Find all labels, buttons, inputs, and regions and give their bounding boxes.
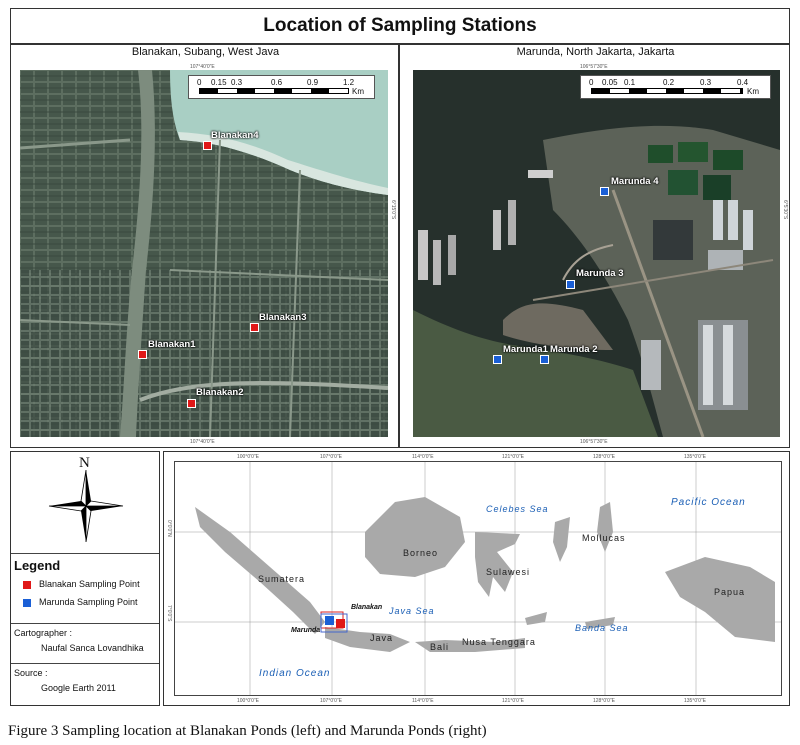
source-value: Google Earth 2011 <box>41 683 116 693</box>
marunda-area-illustration <box>413 70 780 437</box>
island-label: Mollucas <box>582 533 626 543</box>
scale-tick: 0 <box>589 78 594 87</box>
island-label: Papua <box>714 587 746 597</box>
scale-bar-graphic <box>199 88 349 94</box>
island-label: Nusa Tenggara <box>462 637 536 647</box>
island-label: Java <box>370 633 394 643</box>
map-title: Location of Sampling Stations <box>10 8 790 44</box>
marunda2-label: Marunda 2 <box>550 344 598 355</box>
scale-tick: 1.2 <box>343 78 355 87</box>
scale-tick: 0.3 <box>700 78 712 87</box>
coord-label: 106°57'30"E <box>580 64 608 70</box>
legend-label: Marunda Sampling Point <box>39 597 138 607</box>
scale-tick: 0.15 <box>211 78 227 87</box>
blanakan3-label: Blanakan3 <box>259 312 307 323</box>
scale-tick: 0.1 <box>624 78 636 87</box>
marunda2-point <box>540 355 549 364</box>
marunda3-point <box>566 280 575 289</box>
left-map-title: Blanakan, Subang, West Java <box>131 46 280 58</box>
compass-icon <box>48 470 124 542</box>
marunda-satellite-image <box>413 70 780 437</box>
island-label: Sulawesi <box>486 567 531 577</box>
scale-unit: Km <box>747 87 759 96</box>
blanakan-ponds-illustration <box>20 70 388 437</box>
island-label: Borneo <box>403 548 439 558</box>
scale-tick: 0.2 <box>663 78 675 87</box>
coord-label: 107°0'0"E <box>320 698 342 704</box>
marunda4-label: Marunda 4 <box>611 176 659 187</box>
marunda-marker-label: Marunda <box>291 627 321 634</box>
coord-label: 0°0'0"N <box>166 520 172 537</box>
coord-label: 107°40'0"E <box>190 439 215 445</box>
compass-rose: N <box>46 455 126 543</box>
right-map-title: Marunda, North Jakarta, Jakarta <box>516 46 675 58</box>
sea-label: Java Sea <box>389 606 435 616</box>
coord-label: 135°0'0"E <box>684 454 706 460</box>
coord-label: 7°0'0"S <box>166 605 172 622</box>
scale-tick: 0.4 <box>737 78 749 87</box>
coord-label: 106°57'30"E <box>580 439 608 445</box>
blanakan-marker-label: Blanakan <box>351 604 383 611</box>
left-scale-bar: 0 0.15 0.3 0.6 0.9 1.2 Km <box>188 75 375 99</box>
marunda4-point <box>600 187 609 196</box>
legend-label: Blanakan Sampling Point <box>39 579 140 589</box>
scale-bar-graphic <box>591 88 743 94</box>
cartographer-section: Cartographer : Naufal Sanca Lovandhika <box>11 623 159 664</box>
blanakan-satellite-image <box>20 70 388 437</box>
marunda1-point <box>493 355 502 364</box>
sea-label: Pacific Ocean <box>671 497 746 508</box>
sea-label: Celebes Sea <box>486 504 549 514</box>
scale-tick: 0.6 <box>271 78 283 87</box>
source-heading: Source : <box>14 668 48 678</box>
coord-label: 100°0'0"E <box>237 454 259 460</box>
sea-label: Banda Sea <box>575 623 629 633</box>
cartographer-heading: Cartographer : <box>14 628 73 638</box>
legend-swatch-red <box>23 581 31 589</box>
scale-tick: 0 <box>197 78 202 87</box>
coord-label: 100°0'0"E <box>237 698 259 704</box>
coord-label: 121°0'0"E <box>502 698 524 704</box>
legend-heading: Legend <box>14 558 61 573</box>
scale-tick: 0.3 <box>231 78 243 87</box>
legend-swatch-blue <box>23 599 31 607</box>
blanakan3-point <box>250 323 259 332</box>
coord-label: 128°0'0"E <box>593 698 615 704</box>
legend-section: Legend Blanakan Sampling Point Marunda S… <box>11 553 159 624</box>
scale-unit: Km <box>352 87 364 96</box>
marunda3-label: Marunda 3 <box>576 268 624 279</box>
sea-label: Indian Ocean <box>259 668 331 679</box>
blanakan2-label: Blanakan2 <box>196 387 244 398</box>
scale-tick: 0.05 <box>602 78 618 87</box>
marunda1-label: Marunda1 <box>503 344 548 355</box>
cartographer-name: Naufal Sanca Lovandhika <box>41 643 144 653</box>
coord-label: 107°40'0"E <box>190 64 215 70</box>
island-label: Bali <box>430 642 450 652</box>
coord-label: 107°0'0"E <box>320 454 342 460</box>
coord-label: 135°0'0"E <box>684 698 706 704</box>
blanakan1-label: Blanakan1 <box>148 339 196 350</box>
coord-label: 6°5'30"S <box>782 200 788 220</box>
island-label: Sumatera <box>258 574 306 584</box>
right-scale-bar: 0 0.05 0.1 0.2 0.3 0.4 Km <box>580 75 771 99</box>
source-section: Source : Google Earth 2011 <box>11 663 159 706</box>
coord-label: 114°0'0"E <box>412 698 434 704</box>
figure-caption: Figure 3 Sampling location at Blanakan P… <box>8 723 487 739</box>
blanakan2-point <box>187 399 196 408</box>
blanakan4-label: Blanakan4 <box>211 130 259 141</box>
coord-label: 6°15'0"S <box>390 200 396 220</box>
coord-label: 114°0'0"E <box>412 454 434 460</box>
coord-label: 121°0'0"E <box>502 454 524 460</box>
coord-label: 128°0'0"E <box>593 454 615 460</box>
blanakan1-point <box>138 350 147 359</box>
blanakan4-point <box>203 141 212 150</box>
scale-tick: 0.9 <box>307 78 319 87</box>
